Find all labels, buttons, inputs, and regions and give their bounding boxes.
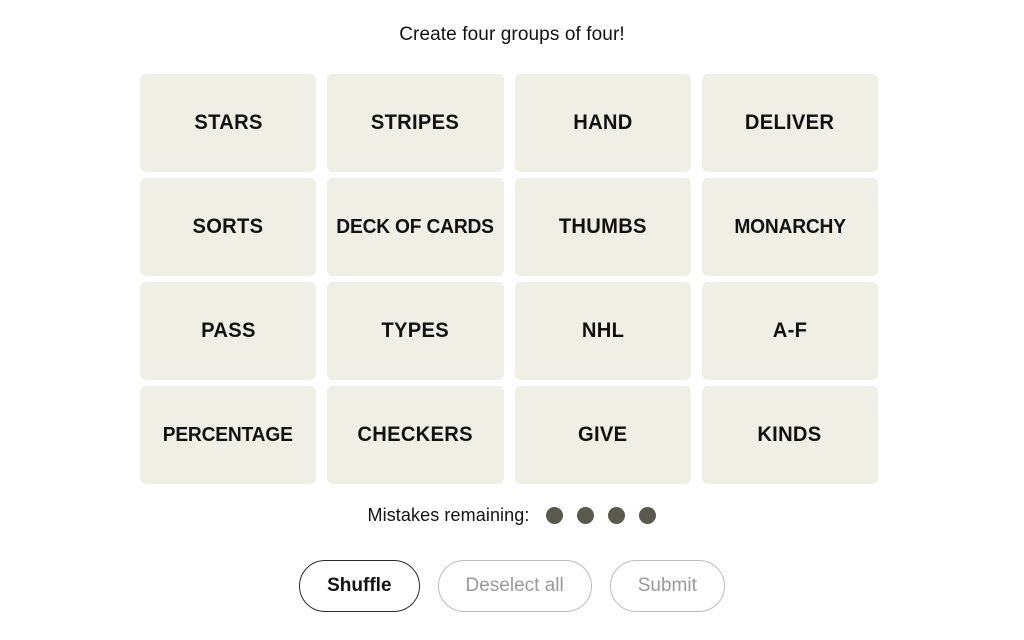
tile-label: GIVE (577, 422, 628, 446)
tile-label: KINDS (757, 422, 822, 446)
tile-label: THUMBS (558, 214, 647, 238)
tile-5[interactable]: DECK OF CARDS (327, 178, 504, 276)
mistakes-remaining: Mistakes remaining: (0, 505, 1024, 526)
deselect-all-button[interactable]: Deselect all (437, 560, 592, 612)
tile-6[interactable]: THUMBS (514, 178, 691, 276)
tile-14[interactable]: GIVE (514, 386, 691, 484)
tile-label: DECK OF CARDS (336, 215, 495, 238)
tile-1[interactable]: STRIPES (327, 74, 504, 172)
tile-8[interactable]: PASS (140, 282, 317, 380)
tile-label: TYPES (381, 318, 450, 342)
mistakes-label: Mistakes remaining: (367, 505, 530, 525)
tile-label: A-F (772, 318, 808, 342)
mistake-dot (639, 506, 657, 524)
tile-9[interactable]: TYPES (327, 282, 504, 380)
submit-button[interactable]: Submit (609, 560, 725, 612)
mistake-dot (546, 506, 564, 524)
tile-0[interactable]: STARS (140, 74, 317, 172)
tile-label: STARS (193, 110, 263, 134)
tile-label: CHECKERS (357, 422, 474, 446)
page-title: Create four groups of four! (399, 24, 625, 45)
tile-label: STRIPES (371, 110, 460, 134)
tile-15[interactable]: KINDS (701, 386, 878, 484)
tile-13[interactable]: CHECKERS (327, 386, 504, 484)
tile-7[interactable]: MONARCHY (701, 178, 878, 276)
mistake-dot (577, 506, 595, 524)
tile-label: PASS (200, 318, 256, 342)
control-bar: Shuffle Deselect all Submit (0, 560, 1024, 612)
shuffle-button[interactable]: Shuffle (299, 560, 420, 612)
tile-label: DELIVER (745, 110, 835, 134)
tile-12[interactable]: PERCENTAGE (140, 386, 317, 484)
tile-3[interactable]: DELIVER (701, 74, 878, 172)
tile-label: HAND (572, 110, 633, 134)
mistake-dot (608, 506, 626, 524)
tile-label: SORTS (192, 214, 264, 238)
tile-11[interactable]: A-F (701, 282, 878, 380)
tile-label: MONARCHY (734, 215, 846, 238)
tile-label: NHL (581, 318, 624, 342)
tile-10[interactable]: NHL (514, 282, 691, 380)
tile-2[interactable]: HAND (514, 74, 691, 172)
tile-4[interactable]: SORTS (140, 178, 317, 276)
connections-game-page: Create four groups of four! STARS STRIPE… (0, 0, 1024, 640)
tile-grid: STARS STRIPES HAND DELIVER SORTS DECK OF… (140, 74, 878, 484)
tile-label: PERCENTAGE (163, 423, 294, 446)
mistake-dots (546, 506, 657, 525)
